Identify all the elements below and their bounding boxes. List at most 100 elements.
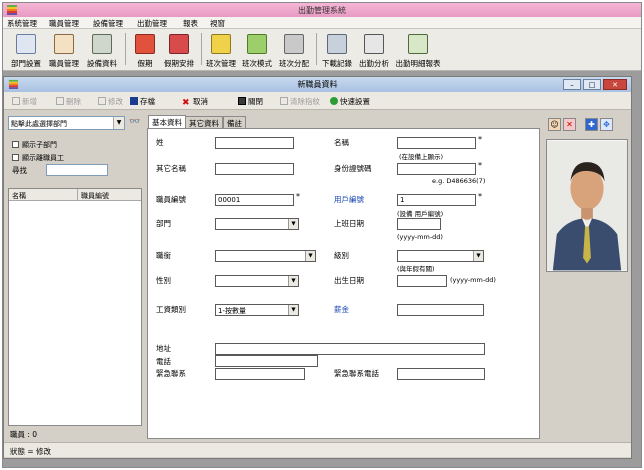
save-icon (130, 97, 138, 105)
app-titlebar: 出勤管理系統 (3, 3, 641, 17)
menu-attendance[interactable]: 出勤管理 (137, 18, 167, 29)
shift-mode-icon (247, 34, 267, 54)
save-button[interactable]: 存檔 (130, 96, 155, 107)
toolbar-shift-button[interactable]: 班次管理 (204, 32, 238, 68)
name-hint: (在設備上顯示) (399, 153, 444, 161)
user-number-input[interactable]: 1 (397, 194, 476, 206)
department-icon (16, 34, 36, 54)
department-select[interactable]: 點擊此處選擇部門 ▼ (8, 116, 125, 130)
staff-icon (54, 34, 74, 54)
cancel-icon: ✖ (182, 98, 190, 108)
grade-label: 級別 (334, 251, 349, 260)
emergency-phone-input[interactable] (397, 368, 485, 380)
toolbar-staff-button[interactable]: 職員管理 (46, 32, 82, 68)
toolbar-analysis-button[interactable]: 出勤分析 (356, 32, 392, 68)
toolbar-report-button[interactable]: 出勤明細報表 (394, 32, 442, 68)
delete-button[interactable]: 刪除 (56, 96, 81, 107)
title-dropdown[interactable]: ▼ (215, 250, 316, 262)
menu-bar: 系統管理 職員管理 設備管理 出勤管理 報表 視窗 (3, 17, 641, 29)
cancel-button[interactable]: ✖ 取消 (182, 96, 208, 108)
phone-input[interactable] (215, 355, 318, 367)
menu-staff[interactable]: 職員管理 (49, 18, 79, 29)
name-input[interactable] (397, 137, 476, 149)
employee-count: 職員 : 0 (10, 430, 38, 439)
department-dropdown[interactable]: ▼ (215, 218, 299, 230)
shift-assign-icon (284, 34, 304, 54)
toolbar-separator (316, 33, 317, 65)
toolbar-device-button[interactable]: 設備資料 (84, 32, 120, 68)
salary-input[interactable] (397, 304, 484, 316)
staff-window-title: 新職員資料 (297, 80, 338, 89)
record-toolbar: 新增 刪除 修改 存檔 ✖ 取消 關閉 清除指紋 快速設置 (4, 92, 631, 110)
shift-icon (211, 34, 231, 54)
join-date-input[interactable] (397, 218, 441, 230)
chevron-down-icon: ▼ (113, 117, 124, 129)
sex-dropdown[interactable]: ▼ (215, 275, 299, 287)
quick-setup-icon (330, 97, 338, 105)
search-input[interactable] (46, 164, 108, 176)
analysis-icon (364, 34, 384, 54)
toolbar-shift-assign-button[interactable]: 班次分配 (276, 32, 312, 68)
employee-list[interactable]: 名稱 職員編號 (8, 188, 142, 426)
address-input[interactable] (215, 343, 485, 355)
grade-dropdown[interactable]: ▼ (397, 250, 484, 262)
apple-logo-icon (7, 5, 17, 15)
menu-window[interactable]: 視窗 (210, 18, 225, 29)
toolbar-holiday-button[interactable]: 假期 (129, 32, 161, 68)
staff-window-titlebar: 新職員資料 – □ ✕ (4, 77, 631, 92)
door-icon (238, 97, 246, 105)
edit-icon (98, 97, 106, 105)
show-sub-dept-checkbox[interactable]: 顯示子部門 (12, 140, 122, 150)
tab-basic-info[interactable]: 基本資料 (148, 115, 186, 129)
id-number-label: 身份證號碼 (334, 164, 372, 173)
required-mark: * (296, 192, 300, 201)
close-window-button[interactable]: ✕ (603, 79, 627, 90)
show-resigned-checkbox[interactable]: 顯示離職員工 (12, 153, 122, 163)
wage-type-dropdown[interactable]: 1-按數量 ▼ (215, 304, 299, 316)
staff-number-label: 職員編號 (156, 195, 186, 204)
other-name-input[interactable] (215, 163, 294, 175)
surname-input[interactable] (215, 137, 294, 149)
photo-toolbar: ☺ ✕ ✚ ✥ (544, 116, 628, 136)
maximize-button[interactable]: □ (583, 79, 601, 90)
remove-person-icon[interactable]: ✕ (563, 118, 576, 131)
app-title: 出勤管理系統 (298, 6, 346, 15)
col-staff-id[interactable]: 職員編號 (81, 191, 109, 201)
birth-date-input[interactable] (397, 275, 447, 287)
phone-label: 電話 (156, 357, 171, 366)
binoculars-icon[interactable]: 👓 (129, 117, 141, 128)
add-button[interactable]: 新增 (12, 96, 37, 107)
user-number-label[interactable]: 用戶編號 (334, 194, 364, 205)
col-name[interactable]: 名稱 (12, 191, 26, 201)
minimize-button[interactable]: – (563, 79, 581, 90)
toolbar-download-button[interactable]: 下載記錄 (319, 32, 355, 68)
person-icon[interactable]: ☺ (548, 118, 561, 131)
toolbar-shift-mode-button[interactable]: 班次模式 (239, 32, 275, 68)
toolbar-holiday-schedule-button[interactable]: 假期安排 (161, 32, 197, 68)
sex-label: 性別 (156, 276, 171, 285)
holiday-schedule-icon (169, 34, 189, 54)
crosshair-icon[interactable]: ✚ (585, 118, 598, 131)
id-number-input[interactable] (397, 163, 476, 175)
salary-label[interactable]: 薪金 (334, 304, 349, 315)
move-icon[interactable]: ✥ (600, 118, 613, 131)
clear-fingerprint-button[interactable]: 清除指紋 (280, 96, 320, 107)
birth-date-label: 出生日期 (334, 276, 364, 285)
toolbar-department-button[interactable]: 部門設置 (8, 32, 44, 68)
chevron-down-icon: ▼ (288, 276, 298, 286)
main-toolbar: 部門設置 職員管理 設備資料 假期 假期安排 班次管理 班次模式 班次分配 下載… (3, 29, 641, 71)
staff-number-input[interactable]: 00001 (215, 194, 294, 206)
menu-report[interactable]: 報表 (183, 18, 198, 29)
emergency-contact-input[interactable] (215, 368, 305, 380)
edit-button[interactable]: 修改 (98, 96, 123, 107)
device-icon (92, 34, 112, 54)
menu-system[interactable]: 系統管理 (7, 18, 37, 29)
emergency-phone-label: 緊急聯系電話 (334, 369, 379, 378)
add-icon (12, 97, 20, 105)
tab-other-info[interactable]: 其它資料 (185, 116, 223, 128)
close-button[interactable]: 關閉 (238, 96, 263, 107)
tab-remarks[interactable]: 備註 (223, 116, 246, 128)
chevron-down-icon: ▼ (288, 219, 298, 229)
menu-device[interactable]: 設備管理 (93, 18, 123, 29)
quick-setup-button[interactable]: 快速設置 (330, 96, 370, 107)
